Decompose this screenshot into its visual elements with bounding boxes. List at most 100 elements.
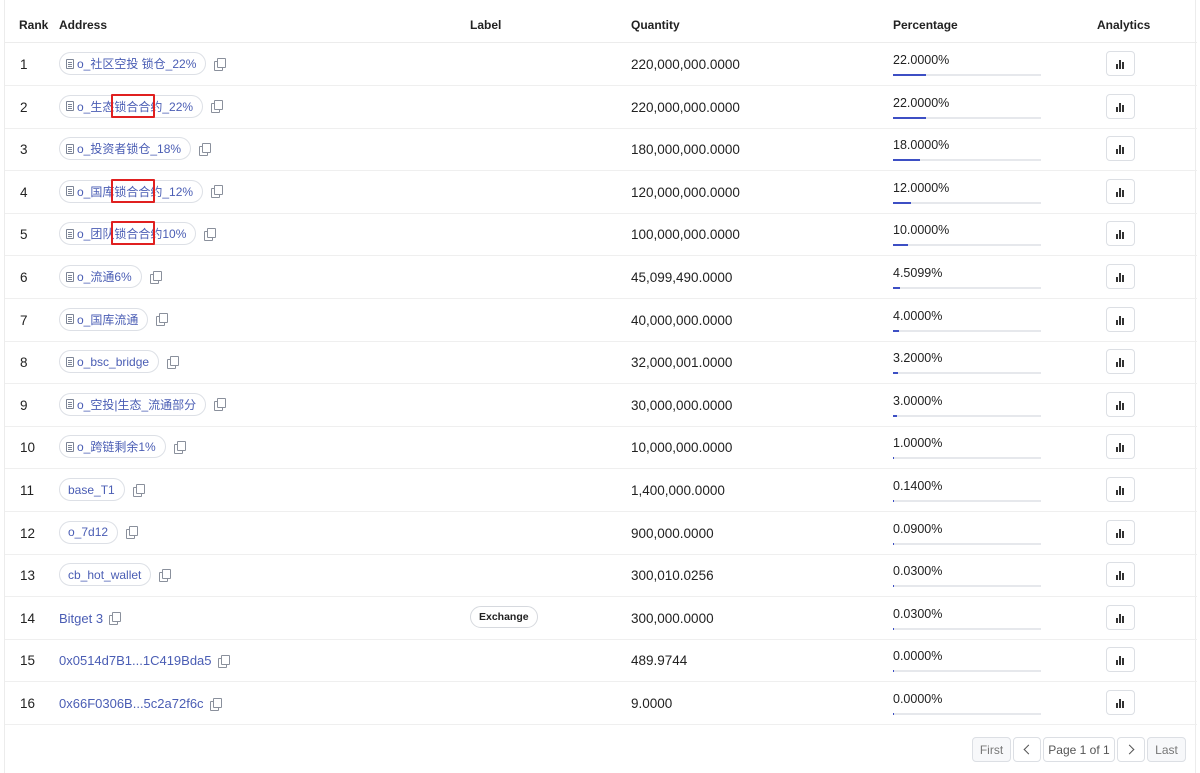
address-text: o_团队锁合合约10% <box>77 227 187 242</box>
address-text: o_流通6% <box>77 270 132 284</box>
copy-icon[interactable] <box>167 355 180 369</box>
percentage-bar <box>893 542 1041 545</box>
address-tag[interactable]: base_T1 <box>59 478 125 501</box>
analytics-button[interactable] <box>1106 178 1135 204</box>
analytics-button[interactable] <box>1106 349 1135 375</box>
bar-chart-icon-bar <box>1122 62 1124 69</box>
rank-cell: 15 <box>20 653 36 669</box>
address-tag[interactable]: cb_hot_wallet <box>59 563 152 587</box>
copy-icon[interactable] <box>156 313 169 327</box>
address-tag[interactable]: o_跨链剩余1% <box>59 435 166 459</box>
address-text: o_跨链剩余1% <box>77 440 156 455</box>
bar-chart-icon-bar <box>1116 319 1118 325</box>
bar-chart-icon <box>1116 486 1126 495</box>
copy-icon[interactable] <box>109 612 122 626</box>
copy-icon[interactable] <box>159 568 172 582</box>
pagination-next-button[interactable] <box>1117 737 1145 762</box>
copy-icon[interactable] <box>173 440 186 454</box>
percentage-cell: 0.1400% <box>893 479 943 493</box>
table-row: 11 base_T1 1,400,000.0000 0.1400% <box>5 469 1197 512</box>
bar-chart-icon-bar <box>1122 275 1124 282</box>
analytics-button[interactable] <box>1106 647 1135 673</box>
address-tag[interactable]: o_7d12 <box>59 520 119 544</box>
analytics-button[interactable] <box>1106 264 1135 289</box>
rank-cell: 1 <box>20 57 28 72</box>
address-tag[interactable]: o_投资者锁仓_18% <box>59 137 192 161</box>
address-tag[interactable]: o_国库流通 <box>59 307 149 331</box>
address-link[interactable]: Bitget 3 <box>59 611 122 626</box>
percentage-bar-fill <box>893 713 894 715</box>
analytics-button[interactable] <box>1106 519 1135 545</box>
percentage-bar <box>893 287 1041 289</box>
copy-icon[interactable] <box>217 654 230 668</box>
copy-icon[interactable] <box>126 526 139 540</box>
copy-icon[interactable] <box>132 483 145 497</box>
address-tag[interactable]: o_生态锁合合约_22% <box>59 94 204 118</box>
analytics-button[interactable] <box>1106 221 1135 247</box>
pagination-page-info: Page 1 of 1 <box>1043 737 1115 762</box>
analytics-button[interactable] <box>1106 93 1135 119</box>
bar-chart-icon-bar <box>1122 360 1124 368</box>
bar-chart-icon <box>1116 571 1126 581</box>
address-cell: o_国库锁合合约_12% <box>59 179 224 203</box>
document-icon <box>66 101 74 112</box>
copy-icon[interactable] <box>149 270 162 284</box>
copy-icon[interactable] <box>199 142 212 156</box>
percentage-cell: 18.0000% <box>893 138 950 153</box>
table-row: 16 0x66F0306B...5c2a72f6c 9.0000 0.0000% <box>5 682 1197 725</box>
address-tag[interactable]: o_团队锁合合约10% <box>59 222 197 246</box>
pagination-last-button[interactable]: Last <box>1147 737 1186 762</box>
bar-chart-icon-bar <box>1119 145 1121 155</box>
analytics-button[interactable] <box>1106 434 1135 460</box>
bar-chart-icon <box>1116 230 1126 240</box>
address-text: o_生态锁合合约_22% <box>77 99 194 114</box>
analytics-button[interactable] <box>1106 391 1135 417</box>
copy-icon[interactable] <box>211 185 224 199</box>
copy-icon[interactable] <box>209 697 222 711</box>
analytics-button[interactable] <box>1106 51 1135 76</box>
bar-chart-icon-bar <box>1122 658 1124 666</box>
document-icon <box>66 314 74 325</box>
percentage-bar-fill <box>893 670 894 673</box>
analytics-button[interactable] <box>1106 306 1135 332</box>
bar-chart-icon <box>1116 60 1126 69</box>
rank-cell: 9 <box>20 397 28 413</box>
bar-chart-icon <box>1116 187 1126 197</box>
analytics-button[interactable] <box>1106 562 1135 588</box>
copy-icon[interactable] <box>204 227 217 241</box>
analytics-button[interactable] <box>1106 136 1135 162</box>
percentage-bar-fill <box>893 457 894 460</box>
bar-chart-icon <box>1116 358 1126 368</box>
pagination-prev-button[interactable] <box>1013 737 1041 762</box>
table-header: Rank Address Label Quantity Percentage A… <box>5 0 1197 43</box>
address-tag[interactable]: o_国库锁合合约_12% <box>59 179 204 203</box>
analytics-button[interactable] <box>1106 477 1135 502</box>
address-tag[interactable]: o_bsc_bridge <box>59 350 160 374</box>
address-link[interactable]: 0x0514d7B1...1C419Bda5 <box>59 653 230 668</box>
address-link[interactable]: 0x66F0306B...5c2a72f6c <box>59 696 222 711</box>
quantity-cell: 300,000.0000 <box>631 610 714 626</box>
document-icon <box>66 356 74 367</box>
percentage-cell: 12.0000% <box>893 180 950 195</box>
bar-chart-icon-bar <box>1122 615 1124 623</box>
address-cell: o_bsc_bridge <box>59 350 180 374</box>
quantity-cell: 900,000.0000 <box>631 525 714 541</box>
pagination-first-button[interactable]: First <box>972 737 1011 762</box>
quantity-cell: 220,000,000.0000 <box>631 57 740 72</box>
label-badge: Exchange <box>470 605 538 628</box>
percentage-bar-fill <box>893 116 926 119</box>
analytics-button[interactable] <box>1106 690 1135 715</box>
address-cell: cb_hot_wallet <box>59 563 172 587</box>
copy-icon[interactable] <box>214 398 227 412</box>
chevron-right-icon <box>1124 744 1135 755</box>
document-icon <box>66 143 74 154</box>
copy-icon[interactable] <box>214 57 227 71</box>
bar-chart-icon-bar <box>1122 445 1124 453</box>
address-tag[interactable]: o_空投|生态_流通部分 <box>59 392 207 416</box>
bar-chart-icon-bar <box>1116 404 1118 410</box>
address-cell: o_投资者锁仓_18% <box>59 137 212 161</box>
address-tag[interactable]: o_社区空投 锁仓_22% <box>59 52 207 75</box>
copy-icon[interactable] <box>211 100 224 114</box>
analytics-button[interactable] <box>1106 604 1135 630</box>
address-tag[interactable]: o_流通6% <box>59 265 142 288</box>
